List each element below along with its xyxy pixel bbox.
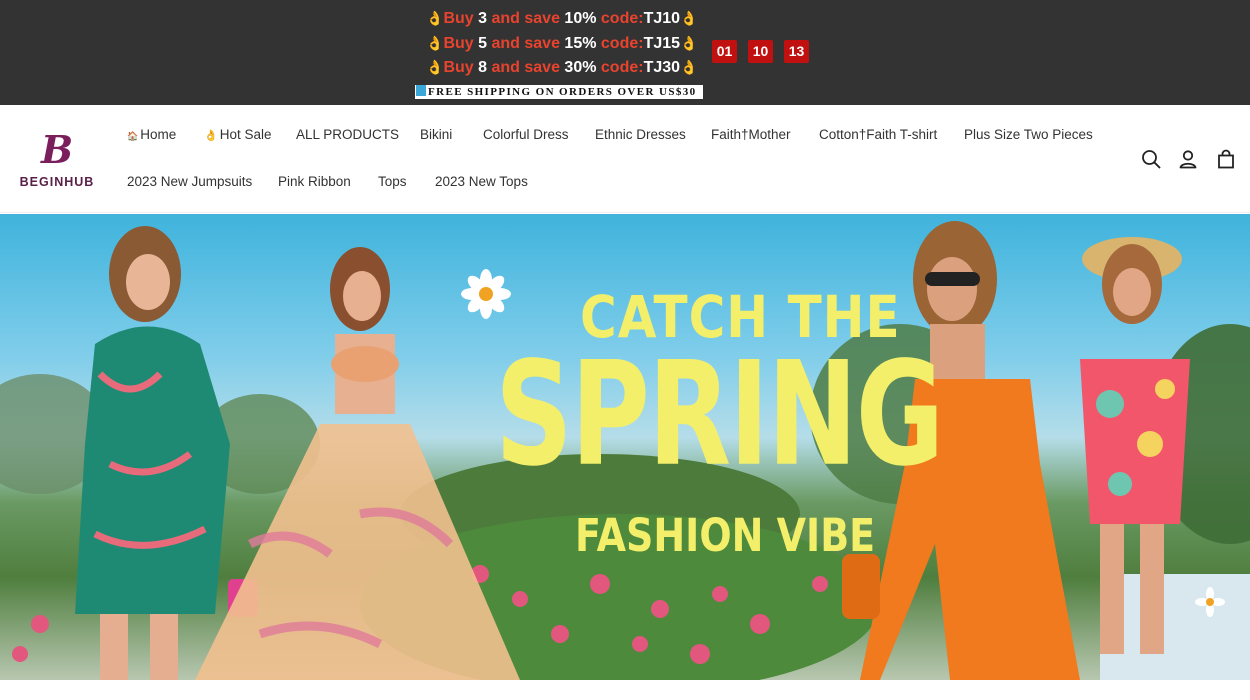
nav-item-2023-new-jumpsuits[interactable]: 2023 New Jumpsuits — [127, 174, 252, 189]
cart-icon[interactable] — [1215, 148, 1237, 170]
hand-icon: 👌 — [204, 130, 218, 142]
account-icon[interactable] — [1177, 148, 1199, 170]
nav-item-faith-mother[interactable]: Faith†Mother — [711, 127, 791, 142]
nav-item-home[interactable]: 🏠 Home — [127, 127, 176, 142]
nav-item-hot-sale[interactable]: 👌 Hot Sale — [204, 127, 271, 142]
nav-item-plus-size-two-pieces[interactable]: Plus Size Two Pieces — [964, 127, 1093, 142]
promo-line-2: 👌Buy 5 and save 15% code:TJ15👌 — [426, 34, 698, 52]
nav-item-bikini[interactable]: Bikini — [420, 127, 452, 142]
countdown-minutes: 10 — [748, 40, 773, 63]
nav-item-pink-ribbon[interactable]: Pink Ribbon — [278, 174, 351, 189]
logo-mark: B — [40, 127, 74, 172]
page-bottom-strip — [0, 680, 1250, 700]
hand-icon: 👌 — [680, 34, 698, 51]
promo-lines: 👌Buy 3 and save 10% code:TJ10👌 👌Buy 5 an… — [426, 6, 698, 80]
nav-item-cotton-faith-tshirt[interactable]: Cotton†Faith T-shirt — [819, 127, 937, 142]
hand-icon: 👌 — [426, 10, 444, 26]
nav-item-tops[interactable]: Tops — [378, 174, 407, 189]
header-icons — [1138, 148, 1238, 170]
promo-line-1: 👌Buy 3 and save 10% code:TJ10👌 — [426, 10, 698, 27]
countdown-hours: 01 — [712, 40, 737, 63]
nav-item-colorful-dress[interactable]: Colorful Dress — [483, 127, 569, 142]
promo-line-3: 👌Buy 8 and save 30% code:TJ30👌 — [426, 59, 698, 76]
search-icon[interactable] — [1140, 148, 1162, 170]
nav-item-all-products[interactable]: ALL PRODUCTS — [296, 127, 399, 142]
hand-icon: 👌 — [426, 59, 444, 75]
site-header: B BEGINHUB 🏠 Home 👌 Hot Sale ALL PRODUCTS … — [0, 105, 1250, 213]
logo[interactable]: B BEGINHUB — [14, 129, 100, 193]
free-shipping-text: FREE SHIPPING ON ORDERS OVER US$30 — [428, 86, 697, 98]
hero-illustration — [0, 221, 1250, 680]
hand-icon: 👌 — [426, 34, 444, 51]
hero-banner[interactable]: CATCH THE SPRING FASHION VIBE — [0, 214, 1250, 680]
free-shipping-banner: FREE SHIPPING ON ORDERS OVER US$30 — [415, 85, 703, 99]
hand-icon: 👌 — [680, 10, 698, 26]
nav-item-ethnic-dresses[interactable]: Ethnic Dresses — [595, 127, 686, 142]
gift-icon — [416, 85, 426, 96]
logo-text: BEGINHUB — [19, 175, 95, 189]
announcement-bar: 👌Buy 3 and save 10% code:TJ10👌 👌Buy 5 an… — [0, 0, 1250, 105]
nav-item-2023-new-tops[interactable]: 2023 New Tops — [435, 174, 528, 189]
countdown-timer: 01 10 13 — [712, 40, 809, 63]
countdown-seconds: 13 — [784, 40, 809, 63]
hand-icon: 👌 — [680, 59, 698, 75]
home-icon: 🏠 — [127, 131, 139, 141]
